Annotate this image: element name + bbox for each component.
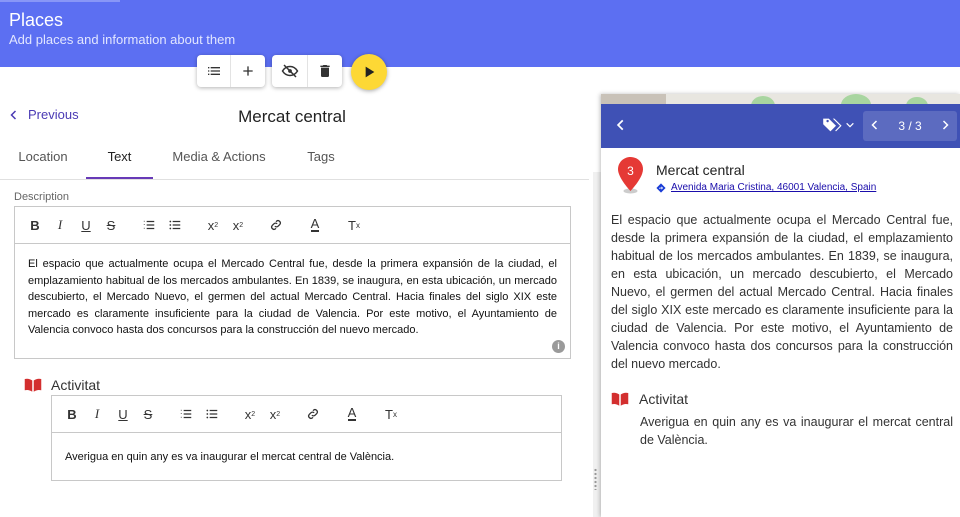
preview-description: El espacio que actualmente ocupa el Merc… bbox=[611, 213, 953, 371]
description-label: Description bbox=[14, 191, 70, 203]
text-color-icon[interactable]: A bbox=[306, 216, 324, 234]
hide-button[interactable] bbox=[272, 55, 308, 87]
underline-icon[interactable]: U bbox=[77, 216, 95, 234]
ordered-list-icon[interactable] bbox=[140, 216, 158, 234]
clear-format-icon[interactable]: Tx bbox=[345, 216, 363, 234]
italic-icon[interactable]: I bbox=[88, 405, 106, 423]
back-button[interactable] bbox=[614, 118, 628, 137]
book-icon bbox=[611, 392, 629, 406]
preview-address-link[interactable]: Avenida Maria Cristina, 46001 Valencia, … bbox=[656, 182, 876, 193]
bold-icon[interactable]: B bbox=[26, 216, 44, 234]
list-button[interactable] bbox=[197, 55, 231, 87]
map-preview bbox=[601, 94, 960, 116]
directions-icon bbox=[656, 182, 666, 193]
place-title: Mercat central bbox=[238, 107, 346, 126]
tab-media-actions[interactable]: Media & Actions bbox=[160, 137, 278, 177]
preview-address: Avenida Maria Cristina, 46001 Valencia, … bbox=[671, 182, 877, 193]
eye-off-icon bbox=[281, 64, 298, 78]
marker-number: 3 bbox=[627, 164, 634, 178]
activity-editor: B I U S x2 x2 A Tx Averigua en quin any … bbox=[51, 395, 562, 481]
bullet-list-icon[interactable] bbox=[166, 216, 184, 234]
preview-panel: 3 / 3 3 Mercat central Avenida Maria Cri… bbox=[601, 94, 960, 517]
superscript-icon[interactable]: x2 bbox=[229, 216, 247, 234]
preview-activity-header: Activitat bbox=[611, 391, 688, 407]
editor-scrollbar[interactable] bbox=[593, 172, 601, 517]
header-strip bbox=[0, 0, 120, 2]
text-color-icon[interactable]: A bbox=[343, 405, 361, 423]
play-button[interactable] bbox=[351, 54, 387, 90]
info-icon[interactable]: i bbox=[552, 340, 565, 353]
italic-icon[interactable]: I bbox=[51, 216, 69, 234]
chevron-down-icon bbox=[846, 122, 854, 128]
strikethrough-icon[interactable]: S bbox=[139, 405, 157, 423]
link-icon[interactable] bbox=[267, 216, 285, 234]
tab-text[interactable]: Text bbox=[86, 137, 153, 179]
subscript-icon[interactable]: x2 bbox=[204, 216, 222, 234]
clear-format-icon[interactable]: Tx bbox=[382, 405, 400, 423]
strikethrough-icon[interactable]: S bbox=[102, 216, 120, 234]
underline-icon[interactable]: U bbox=[114, 405, 132, 423]
toolbar-group-edit bbox=[197, 55, 265, 87]
tab-location[interactable]: Location bbox=[0, 137, 86, 177]
preview-activity-title: Activitat bbox=[639, 391, 689, 407]
resize-handle[interactable] bbox=[594, 468, 597, 490]
activity-header: Activitat bbox=[24, 377, 100, 393]
chevron-right-icon bbox=[942, 120, 949, 130]
preview-toolbar: 3 / 3 bbox=[601, 104, 960, 148]
plus-icon bbox=[243, 66, 253, 76]
description-toolbar: B I U S x2 x2 A Tx bbox=[15, 207, 570, 244]
ordered-list-icon[interactable] bbox=[177, 405, 195, 423]
book-icon bbox=[24, 378, 42, 392]
preview-title: Mercat central bbox=[656, 162, 745, 178]
preview-activity-text: Averigua en quin any es va inaugurar el … bbox=[640, 415, 953, 447]
bold-icon[interactable]: B bbox=[63, 405, 81, 423]
add-place-button[interactable] bbox=[231, 55, 265, 87]
pager: 3 / 3 bbox=[863, 111, 957, 141]
activity-toolbar: B I U S x2 x2 A Tx bbox=[52, 396, 561, 433]
list-icon bbox=[207, 67, 220, 75]
link-icon[interactable] bbox=[304, 405, 322, 423]
activity-text[interactable]: Averigua en quin any es va inaugurar el … bbox=[52, 433, 561, 478]
description-text[interactable]: El espacio que actualmente ocupa el Merc… bbox=[15, 244, 570, 351]
toolbar-group-actions bbox=[272, 55, 342, 87]
tags-dropdown[interactable] bbox=[822, 117, 855, 133]
bullet-list-icon[interactable] bbox=[203, 405, 221, 423]
pager-next-button[interactable] bbox=[939, 119, 951, 134]
play-icon bbox=[365, 66, 375, 78]
chevron-left-icon bbox=[616, 119, 624, 131]
description-editor: B I U S x2 x2 A Tx El espacio que actual… bbox=[14, 206, 571, 359]
trash-icon bbox=[320, 65, 330, 77]
tab-tags[interactable]: Tags bbox=[290, 137, 352, 177]
app-title: Places bbox=[9, 10, 64, 30]
app-subtitle: Add places and information about them bbox=[9, 32, 236, 47]
superscript-icon[interactable]: x2 bbox=[266, 405, 284, 423]
editor-tabs: Location Text Media & Actions Tags bbox=[0, 137, 589, 180]
activity-title: Activitat bbox=[51, 377, 101, 393]
app-header: Places Add places and information about … bbox=[0, 0, 960, 67]
delete-button[interactable] bbox=[308, 55, 342, 87]
subscript-icon[interactable]: x2 bbox=[241, 405, 259, 423]
tags-icon bbox=[823, 118, 842, 132]
